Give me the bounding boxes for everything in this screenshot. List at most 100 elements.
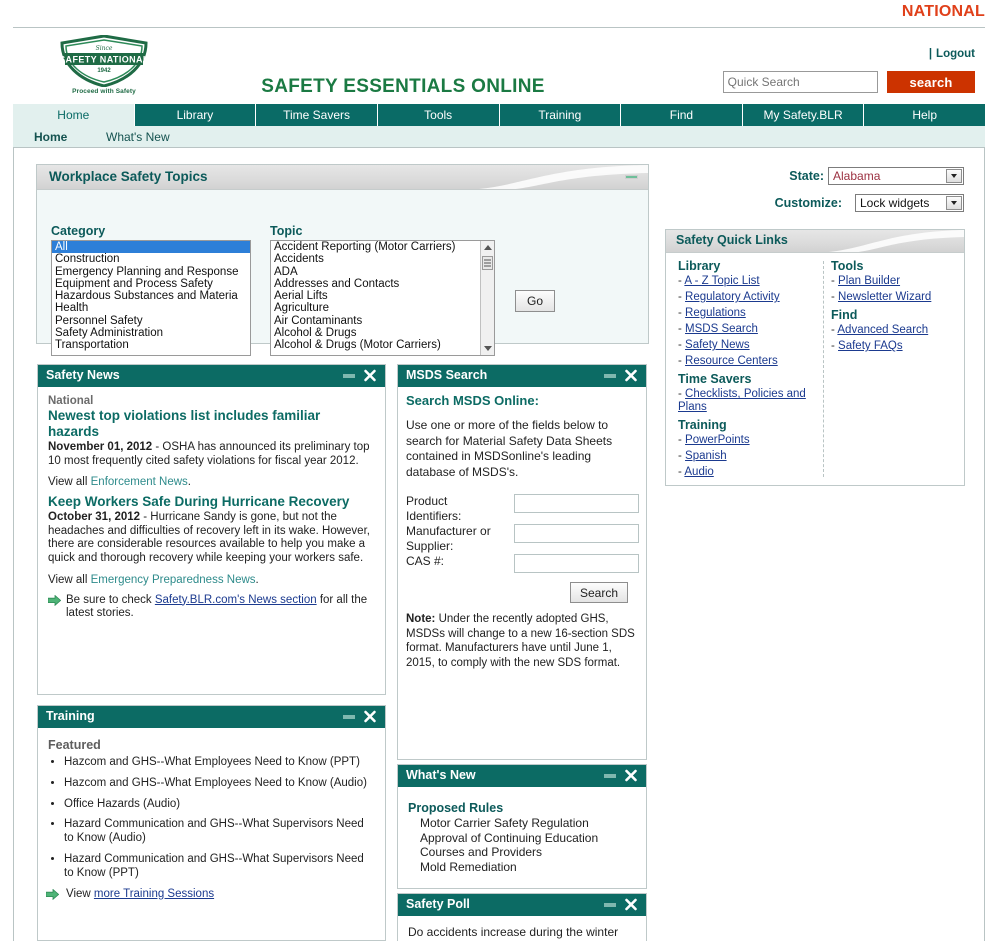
nav-tab-home[interactable]: Home: [13, 104, 135, 126]
field-label: Product Identifiers:: [406, 494, 462, 523]
nav-tab-help[interactable]: Help: [864, 104, 985, 126]
list-item[interactable]: Construction: [52, 253, 250, 265]
nav-tab-time-savers[interactable]: Time Savers: [256, 104, 378, 126]
link-spanish[interactable]: Spanish: [685, 450, 727, 462]
customize-select[interactable]: Lock widgets: [855, 194, 964, 212]
list-item[interactable]: Approval of Continuing Education Courses…: [420, 831, 636, 860]
list-item[interactable]: Safety Administration: [52, 327, 250, 339]
chevron-down-icon[interactable]: [946, 196, 962, 210]
list-item[interactable]: Accidents: [271, 253, 479, 265]
list-item[interactable]: Hazcom and GHS--What Employees Need to K…: [64, 756, 375, 770]
product-identifiers-input[interactable]: [514, 494, 639, 513]
minimize-icon[interactable]: [343, 715, 355, 719]
subnav-item-home[interactable]: Home: [34, 126, 67, 148]
list-item[interactable]: Motor Carrier Safety Regulation: [420, 816, 636, 831]
links-divider: |: [928, 48, 933, 60]
link-audio[interactable]: Audio: [684, 466, 713, 478]
msds-note: Note: Under the recently adopted GHS, MS…: [406, 612, 638, 670]
link-newsletter-wizard[interactable]: Newsletter Wizard: [838, 291, 931, 303]
link-checklists-policies-and-plans[interactable]: Checklists, Policies and Plans: [678, 388, 806, 413]
logo[interactable]: Since SAFETY NATIONAL 1942 Proceed with …: [46, 35, 162, 101]
link-resource-centers[interactable]: Resource Centers: [685, 355, 778, 367]
link-emergency-preparedness-news[interactable]: Emergency Preparedness News: [91, 574, 256, 586]
link-regulations[interactable]: Regulations: [685, 307, 746, 319]
link-plan-builder[interactable]: Plan Builder: [838, 275, 900, 287]
list-item[interactable]: Alcohol & Drugs (Motor Carriers): [271, 339, 479, 351]
list-item[interactable]: Air Contaminants: [271, 315, 479, 327]
list-item[interactable]: Alcohol & Drugs: [271, 327, 479, 339]
list-item[interactable]: Mold Remediation: [420, 860, 636, 875]
scrollbar-thumb[interactable]: [482, 256, 493, 270]
nav-tab-tools[interactable]: Tools: [378, 104, 500, 126]
list-item[interactable]: Accident Reporting (Motor Carriers): [271, 241, 479, 253]
news-headline[interactable]: Newest top violations list includes fami…: [48, 408, 375, 440]
link-advanced-search[interactable]: Advanced Search: [837, 324, 928, 336]
list-item[interactable]: Office Hazards (Audio): [64, 798, 375, 812]
list-item[interactable]: Health: [52, 302, 250, 314]
list-item: - Audio: [678, 466, 714, 478]
chevron-down-icon[interactable]: [946, 169, 962, 183]
category-listbox[interactable]: All Construction Emergency Planning and …: [51, 240, 251, 356]
close-icon[interactable]: [624, 768, 638, 783]
panel-title: Training: [46, 709, 95, 723]
link-msds-search[interactable]: MSDS Search: [685, 323, 758, 335]
list-item: - Regulatory Activity: [678, 291, 780, 303]
link-safety-blr-news-section[interactable]: Safety.BLR.com's News section: [155, 594, 317, 606]
search-button[interactable]: search: [887, 71, 975, 93]
list-item[interactable]: Aerial Lifts: [271, 290, 479, 302]
news-category: National: [48, 395, 94, 407]
nav-tab-my-safety-blr[interactable]: My Safety.BLR: [743, 104, 865, 126]
logout-link[interactable]: Logout: [936, 48, 975, 60]
list-item[interactable]: Equipment and Process Safety: [52, 278, 250, 290]
list-item[interactable]: Personnel Safety: [52, 315, 250, 327]
nav-tab-find[interactable]: Find: [621, 104, 743, 126]
state-select[interactable]: Alabama: [828, 167, 964, 185]
panel-header: Safety Poll: [398, 894, 646, 916]
cas-number-input[interactable]: [514, 554, 639, 573]
list-item[interactable]: Emergency Planning and Response: [52, 266, 250, 278]
list-item[interactable]: All: [52, 241, 250, 254]
manufacturer-input[interactable]: [514, 524, 639, 543]
list-item[interactable]: Hazcom and GHS--What Employees Need to K…: [64, 777, 375, 791]
minimize-icon[interactable]: [343, 374, 355, 378]
breadcrumb-bar: Home What's New: [13, 126, 985, 148]
scroll-down-arrow-icon[interactable]: [481, 342, 494, 355]
nav-tab-library[interactable]: Library: [135, 104, 257, 126]
viewall-suffix: .: [255, 573, 259, 586]
list-item[interactable]: Hazard Communication and GHS--What Super…: [64, 853, 375, 881]
list-item[interactable]: Hazard Communication and GHS--What Super…: [64, 818, 375, 846]
minimize-icon[interactable]: [625, 175, 638, 179]
link-safety-faqs[interactable]: Safety FAQs: [838, 340, 903, 352]
nav-tab-training[interactable]: Training: [500, 104, 622, 126]
list-item: - PowerPoints: [678, 434, 750, 446]
list-item[interactable]: Hazardous Substances and Materia: [52, 290, 250, 302]
news-headline[interactable]: Keep Workers Safe During Hurricane Recov…: [48, 494, 375, 510]
minimize-icon[interactable]: [604, 374, 616, 378]
minimize-icon[interactable]: [604, 903, 616, 907]
close-icon[interactable]: [363, 709, 377, 724]
news-summary: November 01, 2012 - OSHA has announced i…: [48, 441, 375, 468]
link-more-training-sessions[interactable]: more Training Sessions: [94, 888, 214, 900]
scroll-up-arrow-icon[interactable]: [481, 241, 494, 254]
topic-listbox[interactable]: Accident Reporting (Motor Carriers) Acci…: [270, 240, 495, 356]
subnav-item-whats-new[interactable]: What's New: [106, 126, 170, 148]
list-item[interactable]: Agriculture: [271, 302, 479, 314]
main-navigation: Home Library Time Savers Tools Training …: [13, 104, 985, 126]
list-item[interactable]: ADA: [271, 266, 479, 278]
list-item[interactable]: Addresses and Contacts: [271, 278, 479, 290]
link-enforcement-news[interactable]: Enforcement News: [91, 476, 188, 488]
close-icon[interactable]: [624, 368, 638, 383]
go-button[interactable]: Go: [515, 290, 555, 312]
link-a-z-topic-list[interactable]: A - Z Topic List: [684, 275, 759, 287]
close-icon[interactable]: [363, 368, 377, 383]
close-icon[interactable]: [624, 897, 638, 912]
scrollbar[interactable]: [480, 241, 494, 355]
search-input[interactable]: [722, 71, 878, 93]
msds-search-button[interactable]: Search: [570, 582, 628, 603]
poll-question: Do accidents increase during the winter: [408, 925, 619, 939]
list-item[interactable]: Transportation: [52, 339, 250, 351]
link-powerpoints[interactable]: PowerPoints: [685, 434, 750, 446]
minimize-icon[interactable]: [604, 774, 616, 778]
link-regulatory-activity[interactable]: Regulatory Activity: [685, 291, 780, 303]
link-safety-news[interactable]: Safety News: [685, 339, 750, 351]
